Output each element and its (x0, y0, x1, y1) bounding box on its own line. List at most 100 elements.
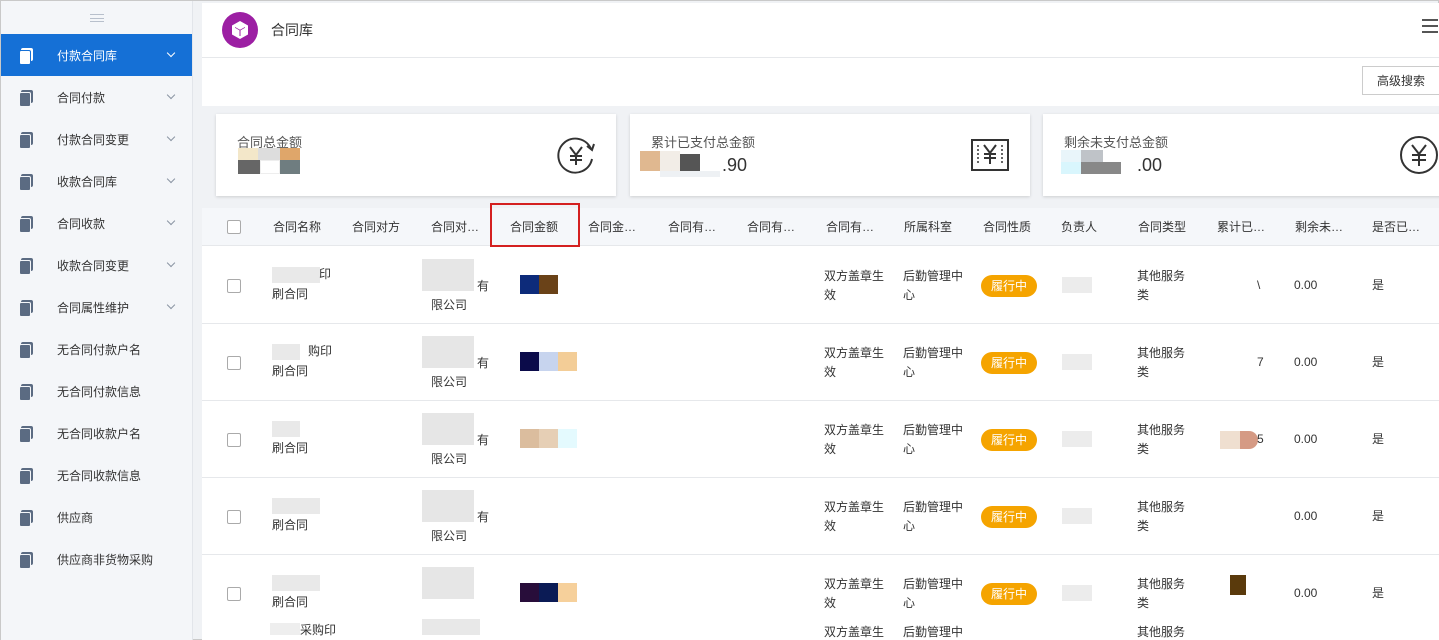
effect-cell: 效 (824, 365, 837, 379)
status-badge: 履行中 (981, 506, 1037, 528)
table-row[interactable]: 购印 刷合同 有限公司 双方盖章生效 后勤管理中心 履行中 其他服务类 7 0.00 是 (202, 324, 1439, 401)
sidebar-item[interactable]: 无合同收款信息 (1, 454, 192, 496)
select-all-checkbox[interactable] (227, 220, 241, 234)
sidebar-item[interactable]: 无合同收款户名 (1, 412, 192, 454)
redacted-block (422, 567, 474, 599)
column-header[interactable]: 合同有… (747, 208, 795, 246)
column-header[interactable]: 合同有… (826, 208, 874, 246)
yen-refresh-icon (557, 137, 595, 174)
sidebar-item[interactable]: 无合同付款户名 (1, 328, 192, 370)
column-header[interactable]: 合同金… (588, 208, 636, 246)
summary-card-remaining: 剩余未支付总金额 .00 (1043, 114, 1439, 196)
redacted-block (1062, 508, 1092, 524)
column-header[interactable]: 合同性质 (983, 208, 1031, 246)
column-header[interactable]: 是否已… (1372, 208, 1420, 246)
column-header[interactable]: 合同对… (431, 208, 479, 246)
table-row[interactable]: 刷合同 有限公司 双方盖章生效 后勤管理中心 履行中 其他服务类 5 0.00 是 (202, 401, 1439, 478)
document-icon (19, 257, 33, 275)
row-checkbox[interactable] (227, 433, 241, 447)
type-cell: 其他服务 (1137, 500, 1186, 514)
redacted-amount (539, 352, 558, 371)
table-row[interactable]: 刷合同 有限公司 双方盖章生效 后勤管理中心 履行中 其他服务类 0.00 是 (202, 478, 1439, 555)
effect-cell: 双方盖章生 (824, 500, 885, 514)
effect-cell: 双方盖章生 (824, 346, 885, 360)
redacted-block (1062, 431, 1092, 447)
sidebar-item[interactable]: 合同付款 (1, 76, 192, 118)
sidebar-item-label: 无合同收款信息 (57, 468, 142, 483)
redacted-block (1220, 431, 1240, 449)
sidebar-item[interactable]: 付款合同库 (1, 34, 192, 76)
sidebar-item-label: 合同属性维护 (57, 300, 130, 315)
dept-cell: 后勤管理中 (903, 269, 964, 283)
dept-cell: 心 (903, 365, 916, 379)
done-cell: 是 (1372, 432, 1385, 446)
dept-cell: 后勤管理中 (903, 500, 964, 514)
sidebar-item[interactable]: 收款合同变更 (1, 244, 192, 286)
redacted-block (1240, 431, 1258, 449)
sidebar-item[interactable]: 供应商 (1, 496, 192, 538)
advanced-search-button[interactable]: 高级搜索 (1362, 66, 1439, 95)
chevron-down-icon (166, 132, 176, 142)
list-menu-icon[interactable] (1422, 19, 1438, 33)
type-cell: 其他服务 (1137, 625, 1186, 639)
paid-cell: 5 (1257, 432, 1264, 446)
effect-cell: 双方盖章生 (824, 269, 885, 283)
row-checkbox[interactable] (227, 279, 241, 293)
sidebar-item-label: 付款合同变更 (57, 132, 130, 147)
sidebar-collapse-toggle[interactable] (1, 1, 192, 34)
redacted-amount (520, 583, 539, 602)
dept-cell: 后勤管理中 (903, 625, 964, 639)
column-header[interactable]: 所属科室 (904, 208, 952, 246)
column-header[interactable]: 合同有… (668, 208, 716, 246)
table-header: 合同名称 合同对方 合同对… 合同金额 合同金… 合同有… 合同有… 合同有… 所属科室 合同性质… (202, 208, 1439, 246)
redacted-block (422, 413, 474, 445)
party-cell: 有 (477, 433, 490, 447)
row-checkbox[interactable] (227, 356, 241, 370)
done-cell: 是 (1372, 355, 1385, 369)
sidebar-item[interactable]: 供应商非货物采购 (1, 538, 192, 580)
column-header[interactable]: 剩余未… (1295, 208, 1343, 246)
type-cell: 类 (1137, 596, 1150, 610)
sidebar-item[interactable]: 无合同付款信息 (1, 370, 192, 412)
column-header[interactable]: 负责人 (1061, 208, 1097, 246)
remaining-cell: 0.00 (1294, 432, 1318, 446)
yen-bill-icon (971, 139, 1009, 171)
row-checkbox[interactable] (227, 587, 241, 601)
contract-name-cell: 刷合同 (272, 287, 309, 301)
remaining-cell: 0.00 (1294, 355, 1318, 369)
document-icon (19, 467, 33, 485)
dept-cell: 后勤管理中 (903, 423, 964, 437)
column-header[interactable]: 合同类型 (1138, 208, 1186, 246)
page-header: 合同库 (202, 3, 1439, 58)
sidebar-item-label: 供应商 (57, 510, 94, 525)
column-header[interactable]: 合同名称 (273, 208, 321, 246)
type-cell: 类 (1137, 442, 1150, 456)
remaining-cell: 0.00 (1294, 509, 1318, 523)
column-header[interactable]: 合同对方 (352, 208, 400, 246)
row-checkbox[interactable] (227, 510, 241, 524)
sidebar-item[interactable]: 合同收款 (1, 202, 192, 244)
done-cell: 是 (1372, 509, 1385, 523)
table-row[interactable]: 印刷合同 有限公司 双方盖章生效 后勤管理中心 履行中 其他服务类 \ 0.00 是 (202, 247, 1439, 324)
redacted-amount (520, 275, 539, 294)
effect-cell: 效 (824, 519, 837, 533)
remaining-cell: 0.00 (1294, 278, 1318, 292)
redacted-block (272, 344, 300, 360)
sidebar-item[interactable]: 收款合同库 (1, 160, 192, 202)
party-cell: 有 (477, 510, 490, 524)
sidebar-item[interactable]: 付款合同变更 (1, 118, 192, 160)
redacted-block (272, 421, 300, 437)
document-icon (19, 425, 33, 443)
sidebar-item-label: 无合同收款户名 (57, 426, 142, 441)
party-cell: 有 (477, 356, 490, 370)
document-icon (19, 341, 33, 359)
sidebar-item[interactable]: 合同属性维护 (1, 286, 192, 328)
effect-cell: 效 (824, 442, 837, 456)
table-row-partial[interactable]: 采购印 双方盖章生 后勤管理中 其他服务 (202, 613, 1439, 640)
contract-name-cell: 刷合同 (272, 595, 309, 609)
column-header[interactable]: 累计已… (1217, 208, 1265, 246)
yen-circle-icon (1400, 136, 1438, 174)
remaining-cell: 0.00 (1294, 586, 1318, 600)
type-cell: 类 (1137, 288, 1150, 302)
dept-cell: 心 (903, 442, 916, 456)
